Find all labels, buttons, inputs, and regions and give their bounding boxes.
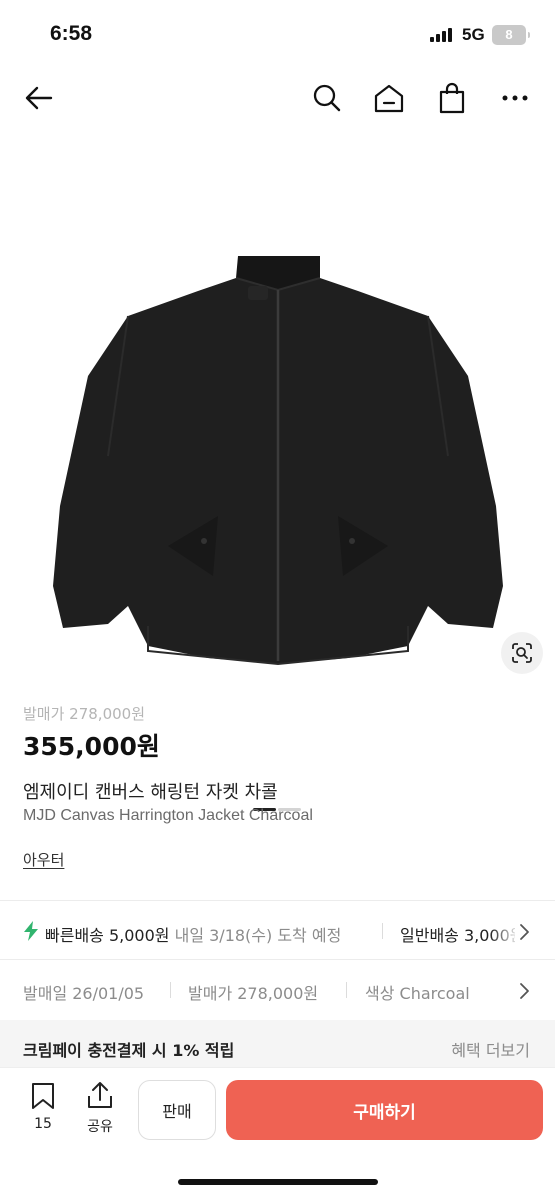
divider	[346, 982, 347, 998]
search-button[interactable]	[309, 80, 345, 116]
release-price: 발매가 278,000원	[188, 984, 319, 1003]
color-detail: 색상 Charcoal	[365, 984, 470, 1003]
chevron-right-icon	[520, 924, 529, 940]
fast-shipping-label: 빠른배송 5,000원	[45, 926, 170, 945]
product-image	[53, 256, 503, 666]
benefit-more-link[interactable]: 혜택 더보기	[451, 1037, 530, 1061]
status-bar: 6:58 5G 8	[0, 0, 555, 70]
chevron-right-icon	[520, 983, 529, 999]
home-button[interactable]	[371, 80, 407, 116]
cellular-signal-icon	[430, 28, 455, 42]
divider	[170, 982, 171, 998]
product-name-en: MJD Canvas Harrington Jacket Charcoal	[23, 807, 313, 824]
status-time: 6:58	[50, 22, 93, 45]
category-link[interactable]: 아우터	[23, 849, 64, 870]
lens-icon	[512, 643, 532, 663]
arrow-left-icon	[25, 86, 53, 110]
home-indicator	[178, 1179, 378, 1185]
fast-shipping-eta: 내일 3/18(수) 도착 예정	[174, 926, 342, 945]
fade-overlay	[490, 915, 520, 945]
bookmark-icon	[32, 1083, 54, 1109]
benefit-text: 크림페이 충전결제 시 1% 적립	[23, 1041, 235, 1060]
more-icon	[502, 95, 528, 101]
product-name-ko: 엠제이디 캔버스 해링턴 자켓 차콜	[23, 782, 278, 803]
product-price: 355,000원	[23, 732, 160, 761]
share-icon	[88, 1082, 112, 1108]
sell-button[interactable]: 판매	[138, 1080, 216, 1140]
image-search-button[interactable]	[501, 632, 543, 674]
divider	[0, 959, 555, 960]
product-details-row[interactable]: 발매일 26/01/05 발매가 278,000원 색상 Charcoal	[0, 962, 555, 1014]
share-button[interactable]: 공유	[80, 1080, 120, 1136]
bookmark-button[interactable]: 15	[23, 1082, 63, 1132]
lightning-bolt-icon	[24, 921, 38, 941]
share-label: 공유	[87, 1119, 113, 1135]
product-image-carousel[interactable]	[0, 128, 555, 811]
more-button[interactable]	[497, 80, 533, 116]
search-icon	[313, 84, 341, 112]
release-price-label: 발매가 278,000원	[23, 705, 145, 723]
bookmark-count: 15	[34, 1116, 52, 1132]
top-navigation	[0, 70, 555, 128]
divider	[382, 923, 383, 939]
battery-icon: 8	[492, 25, 530, 45]
shopping-bag-icon	[439, 82, 465, 114]
shipping-options[interactable]: 빠른배송 5,000원 내일 3/18(수) 도착 예정 일반배송 3,000원	[0, 905, 555, 957]
battery-level: 8	[505, 27, 513, 42]
network-type: 5G	[462, 25, 485, 44]
cart-button[interactable]	[434, 80, 470, 116]
divider	[0, 900, 555, 901]
fast-shipping-option: 빠른배송 5,000원 내일 3/18(수) 도착 예정	[45, 922, 341, 946]
buy-button[interactable]: 구매하기	[226, 1080, 543, 1140]
back-button[interactable]	[21, 80, 57, 116]
release-date: 발매일 26/01/05	[23, 984, 145, 1003]
home-icon	[374, 84, 404, 113]
